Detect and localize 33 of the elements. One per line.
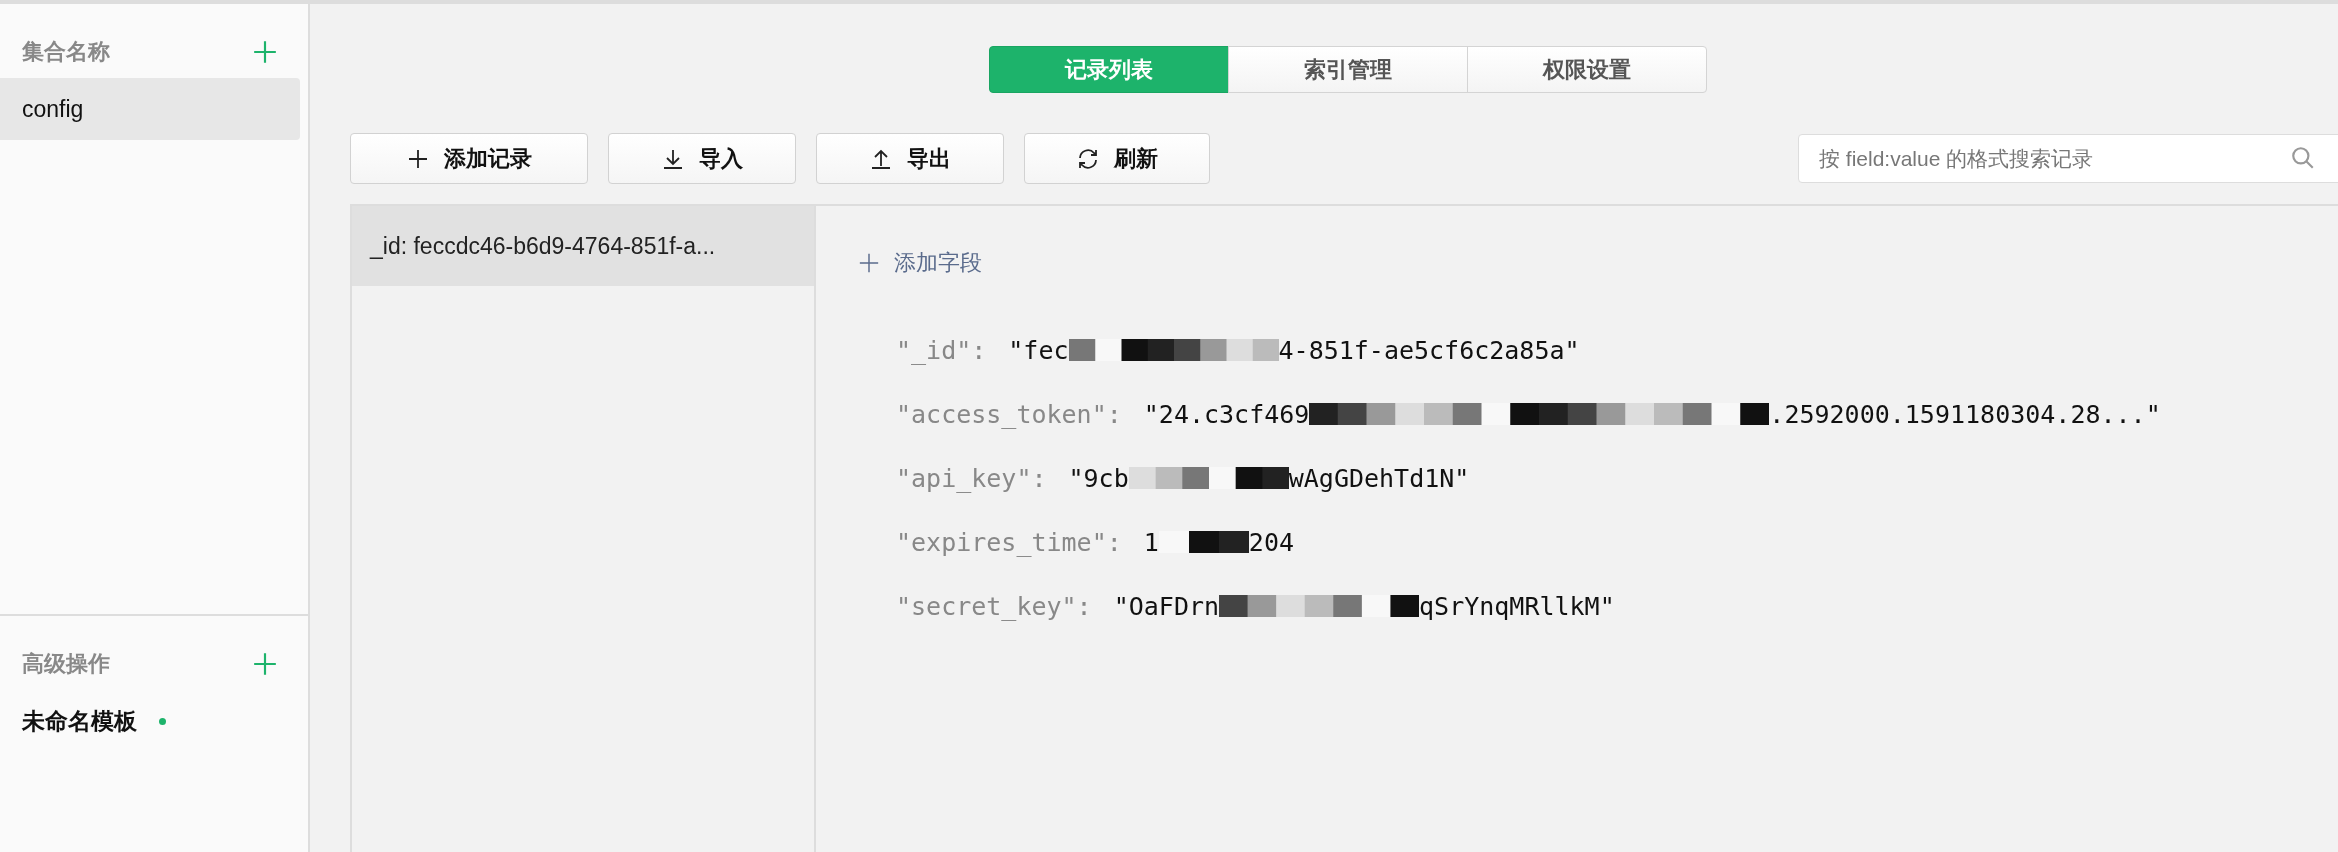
field-value: 204 <box>1248 527 1294 557</box>
field-key: "secret_key": <box>896 591 1092 621</box>
plus-icon <box>858 252 880 274</box>
field-value: qSrYnqMRllkM" <box>1419 591 1615 621</box>
field-value: wAgGDehTd1N" <box>1288 463 1470 493</box>
import-button[interactable]: 导入 <box>608 133 796 184</box>
template-item[interactable]: 未命名模板 <box>22 706 137 737</box>
export-button[interactable]: 导出 <box>816 133 1004 184</box>
section-title: 高级操作 <box>22 650 110 678</box>
field-value: "OaFDrn <box>1113 591 1220 621</box>
field-value: .2592000.1591180304.28..." <box>1769 399 2161 429</box>
field-value: 4-851f-ae5cf6c2a85a" <box>1278 335 1580 365</box>
field-value: "24.c3cf469 <box>1143 399 1310 429</box>
search-field[interactable]: 按 field:value 的格式搜索记录 <box>1798 134 2338 183</box>
field-value: "fec <box>1008 335 1069 365</box>
refresh-button[interactable]: 刷新 <box>1024 133 1210 184</box>
field-key: "api_key": <box>896 463 1047 493</box>
add-record-button[interactable]: 添加记录 <box>350 133 588 184</box>
tab[interactable]: 权限设置 <box>1466 46 1707 93</box>
add-field-button[interactable]: 添加字段 <box>858 248 982 278</box>
field-key: "access_token": <box>896 399 1122 429</box>
collection-item[interactable]: config <box>0 78 300 140</box>
search-icon[interactable] <box>2290 145 2316 171</box>
add-icon[interactable] <box>252 39 278 65</box>
refresh-icon <box>1076 146 1100 171</box>
field-value: 1 <box>1143 527 1159 557</box>
field-value: "9cb <box>1068 463 1129 493</box>
tab[interactable]: 索引管理 <box>1227 46 1468 93</box>
field-key: "expires_time": <box>896 527 1122 557</box>
record-item[interactable]: _id: feccdc46-b6d9-4764-851f-a... <box>352 206 814 286</box>
field-key: "_id": <box>896 335 987 365</box>
add-icon[interactable] <box>252 651 278 677</box>
section-title: 集合名称 <box>22 38 110 66</box>
